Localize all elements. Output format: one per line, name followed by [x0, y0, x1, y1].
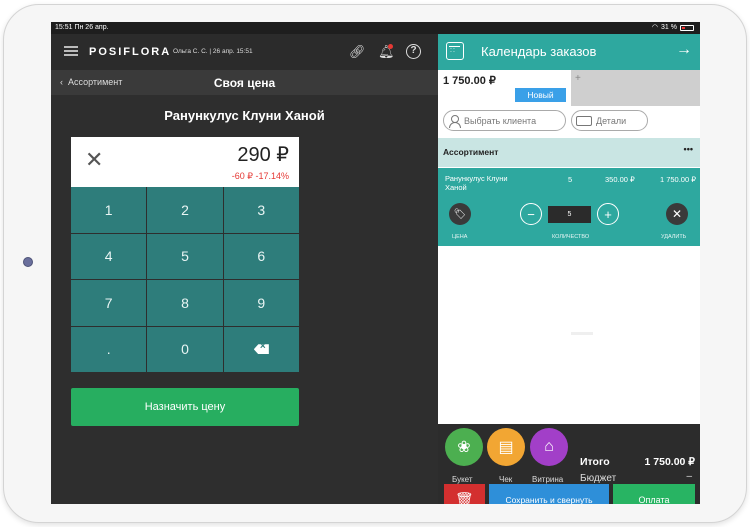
- home-button[interactable]: [23, 257, 33, 267]
- calendar-icon[interactable]: [446, 42, 464, 60]
- status-right: ◠ 31 %: [652, 22, 694, 34]
- menu-icon[interactable]: [64, 46, 78, 56]
- sub-header: ‹ Ассортимент Своя цена: [51, 70, 438, 95]
- budget-label: Бюджет: [580, 473, 617, 484]
- battery-icon: [680, 25, 694, 31]
- key-8[interactable]: 8: [147, 280, 223, 326]
- price-value: 290 ₽: [237, 144, 289, 166]
- person-icon: [448, 114, 461, 128]
- key-2[interactable]: 2: [147, 187, 223, 233]
- vitrina-label: Витрина: [532, 475, 564, 484]
- truck-icon: [576, 115, 592, 126]
- price-display: ✕ 290 ₽ -60 ₽ -17.14%: [71, 137, 299, 187]
- add-order-tab[interactable]: +: [571, 70, 700, 106]
- minus-icon[interactable]: −: [520, 203, 542, 225]
- quantity-stepper[interactable]: 5: [548, 206, 591, 223]
- bouquet-icon[interactable]: ❀: [445, 428, 483, 466]
- operator-info: Ольга С. С. | 26 апр. 15:51: [173, 48, 253, 55]
- plus-icon[interactable]: +: [597, 203, 619, 225]
- details-button[interactable]: Детали: [571, 110, 648, 131]
- client-row: Выбрать клиента Детали: [438, 110, 700, 132]
- price-tag-icon[interactable]: 🏷︎: [449, 203, 471, 225]
- status-bar: 15:51 Пн 26 апр. ◠ 31 %: [51, 22, 700, 34]
- storefront-icon[interactable]: ⌂: [530, 428, 568, 466]
- caption-price: ЦЕНА: [452, 234, 468, 240]
- item-price: 350.00 ₽: [605, 175, 635, 184]
- key-5[interactable]: 5: [147, 233, 223, 279]
- budget-value: –: [686, 471, 692, 482]
- assign-price-button[interactable]: Назначить цену: [71, 388, 299, 426]
- product-name: Ранункулус Клуни Ханой: [164, 108, 325, 123]
- arrow-right-icon[interactable]: →: [676, 41, 692, 59]
- key-dot[interactable]: .: [71, 326, 147, 372]
- caption-remove: УДАЛИТЬ: [661, 234, 687, 240]
- battery-percent: 31 %: [661, 24, 677, 31]
- trash-icon[interactable]: 🗑︎: [444, 484, 485, 504]
- key-4[interactable]: 4: [71, 233, 147, 279]
- price-difference: -60 ₽ -17.14%: [231, 171, 289, 181]
- save-and-collapse-button[interactable]: Сохранить и свернуть: [489, 484, 609, 504]
- orders-title: Календарь заказов: [481, 44, 597, 59]
- orders-header: Календарь заказов →: [438, 34, 700, 70]
- assortment-title: Ассортимент: [443, 147, 499, 157]
- orders-pane: Календарь заказов → 1 750.00 ₽ Новый + В…: [438, 34, 700, 504]
- clear-icon[interactable]: ✕: [85, 149, 103, 171]
- key-7[interactable]: 7: [71, 280, 147, 326]
- backspace-icon: [253, 344, 269, 355]
- app-logo: POSIFLORA: [89, 46, 172, 58]
- item-name: Ранункулус Клуни Ханой: [445, 174, 508, 192]
- wifi-icon: ◠: [651, 24, 659, 31]
- key-0[interactable]: 0: [147, 326, 223, 372]
- order-total[interactable]: 1 750.00 ₽: [443, 74, 496, 87]
- backspace-key[interactable]: [223, 326, 299, 372]
- action-bar: 🗑︎ Сохранить и свернуть Оплата: [438, 484, 700, 504]
- empty-list-area: [438, 246, 700, 436]
- help-icon[interactable]: ?: [406, 44, 421, 59]
- list-item[interactable]: Ранункулус Клуни Ханой 5 350.00 ₽ 1 750.…: [438, 168, 700, 246]
- pay-button[interactable]: Оплата: [613, 484, 695, 504]
- select-client-button[interactable]: Выбрать клиента: [443, 110, 566, 131]
- price-pane: POSIFLORA Ольга С. С. | 26 апр. 15:51 🔗︎…: [51, 34, 438, 504]
- key-6[interactable]: 6: [223, 233, 299, 279]
- caption-quantity: КОЛИЧЕСТВО: [552, 234, 590, 240]
- receipt-icon[interactable]: ▤: [487, 428, 525, 466]
- key-3[interactable]: 3: [223, 187, 299, 233]
- close-icon[interactable]: ✕: [666, 203, 688, 225]
- total-value: 1 750.00 ₽: [644, 456, 695, 468]
- check-label: Чек: [499, 475, 513, 484]
- numeric-keypad: 1 2 3 4 5 6 7 8 9 . 0: [71, 187, 299, 372]
- details-label: Детали: [596, 115, 627, 126]
- key-9[interactable]: 9: [223, 280, 299, 326]
- link-icon[interactable]: 🔗︎: [349, 44, 366, 60]
- bouquet-label: Букет: [452, 475, 473, 484]
- status-time: 15:51 Пн 26 апр.: [55, 24, 109, 31]
- order-tabs: 1 750.00 ₽ Новый +: [438, 70, 700, 106]
- page-title: Своя цена: [213, 76, 276, 90]
- top-bar: POSIFLORA Ольга С. С. | 26 апр. 15:51 🔗︎…: [51, 34, 438, 70]
- app-screen: 15:51 Пн 26 апр. ◠ 31 % POSIFLORA Ольга …: [51, 22, 700, 504]
- key-1[interactable]: 1: [71, 187, 147, 233]
- item-qty: 5: [568, 175, 573, 184]
- total-label: Итого: [580, 456, 610, 468]
- notification-dot: [388, 44, 393, 49]
- status-badge: Новый: [515, 88, 566, 102]
- more-icon[interactable]: •••: [684, 144, 693, 154]
- select-client-label: Выбрать клиента: [464, 115, 537, 126]
- item-sum: 1 750.00 ₽: [659, 175, 696, 184]
- assortment-header: Ассортимент •••: [438, 138, 700, 167]
